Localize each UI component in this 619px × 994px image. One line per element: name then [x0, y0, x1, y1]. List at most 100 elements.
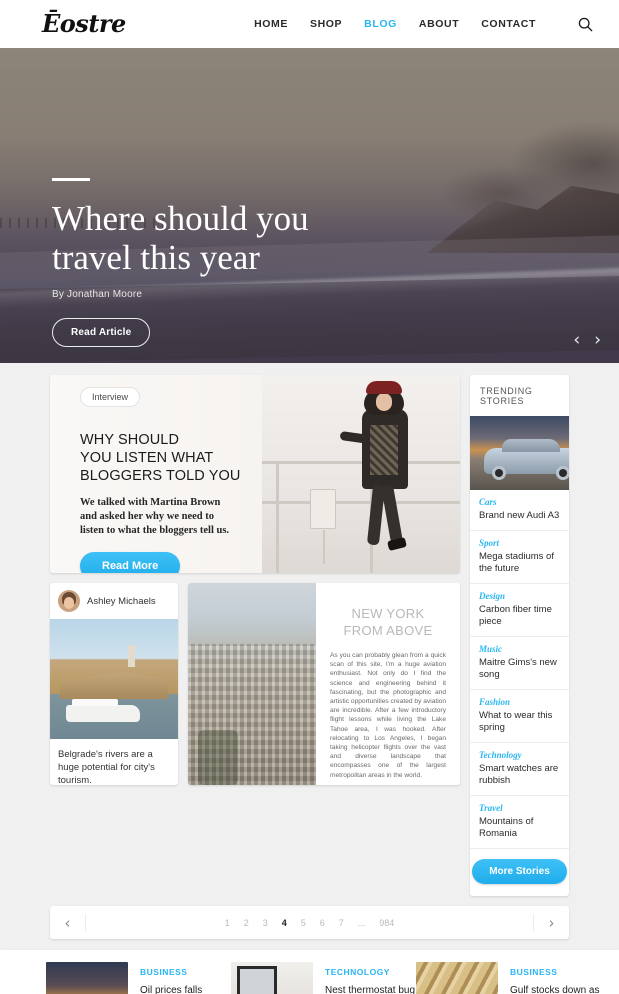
- more-stories-button[interactable]: More Stories: [472, 859, 567, 884]
- strip-title: Oil prices falls bellow $28 a barrel: [140, 984, 225, 994]
- newyork-heading-line1: NEW YORK: [351, 606, 425, 621]
- model-photo-decoration: [339, 381, 426, 571]
- pagination-page-984[interactable]: 984: [379, 918, 394, 928]
- trending-item-title: Carbon fiber time piece: [479, 604, 552, 627]
- pagination-ellipsis: ...: [357, 917, 366, 928]
- hero-prev-icon[interactable]: ‹: [573, 332, 580, 349]
- trending-title: TRENDING STORIES: [480, 386, 533, 406]
- nav-item-contact[interactable]: CONTACT: [481, 18, 536, 30]
- feature-heading-line3: BLOGGERS TOLD YOU: [80, 468, 241, 484]
- trending-item-title: Brand new Audi A3: [479, 510, 560, 521]
- nav-item-shop[interactable]: SHOP: [310, 18, 342, 30]
- hero-byline: By Jonathan Moore: [52, 289, 143, 300]
- hero-banner: Where should you travel this year By Jon…: [0, 48, 619, 363]
- trending-item-travel[interactable]: Travel Mountains of Romania: [470, 795, 569, 848]
- pagination-page-7[interactable]: 7: [339, 918, 344, 928]
- feature-photo: [262, 375, 460, 573]
- read-article-button[interactable]: Read Article: [52, 318, 151, 347]
- main-content: Interview WHY SHOULD YOU LISTEN WHAT BLO…: [0, 363, 619, 896]
- author-name: Ashley Michaels: [87, 595, 156, 607]
- strip-item-business-oil[interactable]: BUSINESS Oil prices falls bellow $28 a b…: [46, 962, 231, 994]
- hero-title-line1: Where should you: [52, 199, 309, 238]
- trending-category: Fashion: [479, 697, 511, 707]
- pagination-page-2[interactable]: 2: [244, 918, 249, 928]
- nav-item-blog[interactable]: BLOG: [364, 18, 397, 30]
- strip-title-line1: Gulf stocks down as: [510, 985, 600, 994]
- trending-category: Technology: [479, 750, 522, 760]
- avatar: [58, 590, 80, 612]
- strip-item-text: BUSINESS Gulf stocks down as Iran sancti…: [510, 967, 599, 994]
- hero-cliff-decoration: [359, 103, 619, 253]
- hero-next-icon[interactable]: ›: [594, 332, 601, 349]
- strip-item-text: TECHNOLOGY Nest thermostat bug leaves us…: [325, 967, 415, 994]
- trending-hero-photo[interactable]: [470, 416, 569, 490]
- pagination: ‹ 1 2 3 4 5 6 7 ... 984 ›: [50, 906, 569, 939]
- strip-item-text: BUSINESS Oil prices falls bellow $28 a b…: [140, 967, 225, 994]
- trending-item-sport[interactable]: Sport Mega stadiums of the future: [470, 530, 569, 583]
- site-header: Ēostre HOME SHOP BLOG ABOUT CONTACT: [0, 0, 619, 48]
- trending-category: Cars: [479, 497, 497, 507]
- feature-card-text: Interview WHY SHOULD YOU LISTEN WHAT BLO…: [50, 375, 262, 573]
- hero-carousel-arrows: ‹ ›: [573, 332, 601, 349]
- author-card-caption: Belgrade's rivers are a huge potential f…: [58, 749, 155, 785]
- site-logo[interactable]: Ēostre: [42, 9, 126, 38]
- feature-badge: Interview: [80, 387, 141, 407]
- trending-item-technology[interactable]: Technology Smart watches are rubbish: [470, 742, 569, 795]
- pagination-page-1[interactable]: 1: [225, 918, 230, 928]
- newyork-aerial-photo: [188, 583, 316, 785]
- trending-item-title: Mega stadiums of the future: [479, 551, 554, 574]
- newyork-body-text: As you can probably glean from a quick s…: [330, 652, 446, 779]
- trending-category: Sport: [479, 538, 500, 548]
- pagination-page-6[interactable]: 6: [320, 918, 325, 928]
- author-card[interactable]: Ashley Michaels Belgrade's rivers are a …: [50, 583, 178, 785]
- content-column: Interview WHY SHOULD YOU LISTEN WHAT BLO…: [50, 375, 460, 896]
- secondary-cards-row: Ashley Michaels Belgrade's rivers are a …: [50, 583, 460, 785]
- trending-item-fashion[interactable]: Fashion What to wear this spring: [470, 689, 569, 742]
- trending-item-title: Maitre Gims's new song: [479, 657, 557, 680]
- feature-paragraph: We talked with Martina Brown and asked h…: [80, 497, 230, 536]
- strip-category: BUSINESS: [510, 967, 558, 977]
- newyork-heading-line2: FROM ABOVE: [343, 623, 433, 638]
- strip-category: TECHNOLOGY: [325, 967, 390, 977]
- pagination-page-3[interactable]: 3: [263, 918, 268, 928]
- search-icon[interactable]: [578, 17, 593, 32]
- trending-item-title: Mountains of Romania: [479, 816, 534, 839]
- nav-item-about[interactable]: ABOUT: [419, 18, 459, 30]
- bottom-news-strip: ‹ BUSINESS Oil prices falls bellow $28 a…: [0, 950, 619, 994]
- railing-post-decoration: [276, 461, 279, 573]
- trending-sidebar: TRENDING STORIES Cars Brand new Audi A3 …: [470, 375, 569, 896]
- strip-thumbnail: [416, 962, 498, 994]
- trending-item-cars[interactable]: Cars Brand new Audi A3: [470, 490, 569, 530]
- strip-prev-icon[interactable]: ‹: [6, 990, 46, 994]
- page-root: Ēostre HOME SHOP BLOG ABOUT CONTACT Wher…: [0, 0, 619, 994]
- author-bar: Ashley Michaels: [50, 583, 178, 619]
- newyork-card[interactable]: NEW YORK FROM ABOVE As you can probably …: [188, 583, 460, 785]
- belgrade-photo: [50, 619, 178, 739]
- read-more-button[interactable]: Read More: [80, 552, 181, 573]
- feature-heading-line1: WHY SHOULD: [80, 432, 180, 448]
- hero-content: Where should you travel this year By Jon…: [52, 178, 309, 347]
- strip-title-line1: Nest thermostat bug: [325, 985, 416, 994]
- feature-heading: WHY SHOULD YOU LISTEN WHAT BLOGGERS TOLD…: [80, 431, 262, 485]
- sign-decoration: [310, 489, 336, 564]
- trending-item-music[interactable]: Music Maitre Gims's new song: [470, 636, 569, 689]
- strip-category: BUSINESS: [140, 967, 188, 977]
- main-navigation: HOME SHOP BLOG ABOUT CONTACT: [254, 17, 593, 32]
- strip-item-business-gulf[interactable]: BUSINESS Gulf stocks down as Iran sancti…: [416, 962, 601, 994]
- strip-title-line1: Oil prices falls: [140, 985, 203, 994]
- feature-heading-line2: YOU LISTEN WHAT: [80, 450, 214, 466]
- nav-item-home[interactable]: HOME: [254, 18, 288, 30]
- strip-item-technology-nest[interactable]: TECHNOLOGY Nest thermostat bug leaves us…: [231, 962, 416, 994]
- trending-category: Travel: [479, 803, 503, 813]
- trending-item-design[interactable]: Design Carbon fiber time piece: [470, 583, 569, 636]
- trending-item-title: What to wear this spring: [479, 710, 553, 733]
- pagination-numbers: 1 2 3 4 5 6 7 ... 984: [50, 918, 569, 928]
- trending-footer: More Stories: [470, 848, 569, 896]
- strip-title: Gulf stocks down as Iran sanctions lift: [510, 984, 599, 994]
- pagination-page-5[interactable]: 5: [301, 918, 306, 928]
- feature-card[interactable]: Interview WHY SHOULD YOU LISTEN WHAT BLO…: [50, 375, 460, 573]
- strip-thumbnail: [231, 962, 313, 994]
- trending-item-title: Smart watches are rubbish: [479, 763, 559, 786]
- trending-category: Design: [479, 591, 506, 601]
- pagination-page-4[interactable]: 4: [282, 918, 287, 928]
